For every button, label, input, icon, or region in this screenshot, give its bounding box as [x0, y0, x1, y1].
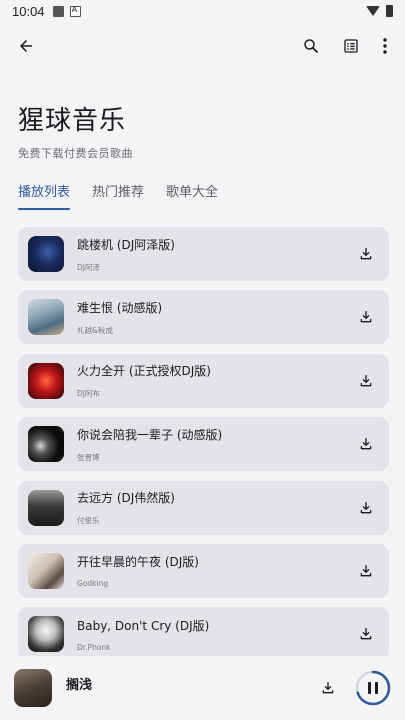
list-icon: [344, 39, 358, 53]
download-button[interactable]: [353, 241, 379, 267]
arrow-left-icon: [20, 40, 32, 52]
album-cover: [28, 362, 64, 399]
song-list: 跳楼机 (DJ阿泽版) DJ阿泽 难生恨 (动感版) 礼越&秋成 火力全开 (正…: [18, 227, 389, 671]
status-time: 10:04: [12, 3, 45, 19]
progress-ring: [355, 670, 391, 706]
download-icon: [360, 501, 372, 513]
song-title: 开往早晨的午夜 (DJ版): [77, 555, 199, 570]
album-cover: [28, 552, 64, 589]
download-button[interactable]: [353, 495, 379, 521]
list-item[interactable]: 开往早晨的午夜 (DJ版) Godking: [18, 543, 389, 598]
list-view-button[interactable]: [337, 32, 365, 60]
album-cover: [28, 616, 64, 653]
download-icon: [360, 311, 372, 323]
song-title: Baby, Don't Cry (DJ版): [77, 618, 210, 633]
download-icon: [360, 564, 372, 577]
song-artist: DJ阿泽: [77, 262, 100, 272]
tab-playlist-collection[interactable]: 歌单大全: [166, 181, 218, 210]
list-item[interactable]: 跳楼机 (DJ阿泽版) DJ阿泽: [18, 227, 389, 281]
list-item[interactable]: Baby, Don't Cry (DJ版) Dr.Phonk: [18, 607, 389, 662]
notification-a-icon: [69, 5, 81, 17]
list-item[interactable]: 难生恨 (动感版) 礼越&秋成: [18, 290, 389, 345]
album-cover: [28, 426, 64, 463]
download-icon: [360, 374, 372, 387]
download-icon: [360, 628, 372, 640]
search-icon: [304, 39, 318, 53]
tab-playlist[interactable]: 播放列表: [18, 181, 71, 210]
now-playing-title: 搁浅: [66, 677, 93, 693]
list-item[interactable]: 你说会陪我一辈子 (动感版) 张晋博: [18, 417, 389, 472]
song-artist: 付俊乐: [77, 516, 100, 526]
battery-icon: [386, 5, 393, 17]
toolbar: [0, 28, 405, 64]
pause-button[interactable]: [355, 670, 391, 706]
wifi-icon: [366, 6, 380, 16]
notification-square-icon: [52, 5, 64, 17]
song-artist: DJ阿布: [77, 389, 100, 399]
album-cover: [28, 489, 64, 526]
download-button[interactable]: [353, 368, 379, 394]
more-options-button[interactable]: [377, 32, 393, 60]
download-button[interactable]: [353, 621, 379, 647]
tab-bar: 播放列表 热门推荐 歌单大全: [18, 181, 218, 210]
album-cover: [28, 236, 64, 272]
list-item[interactable]: 火力全开 (正式授权DJ版) DJ阿布: [18, 353, 389, 408]
download-button[interactable]: [353, 304, 379, 330]
now-playing-cover: [14, 669, 52, 707]
song-artist: Godking: [77, 579, 109, 589]
list-item[interactable]: 去远方 (DJ伟然版) 付俊乐: [18, 480, 389, 535]
player-download-button[interactable]: [315, 675, 341, 701]
more-vertical-icon: [383, 38, 387, 54]
download-icon: [360, 248, 372, 260]
pause-icon: [368, 682, 371, 694]
page-title: 猩球音乐: [18, 106, 127, 136]
song-title: 你说会陪我一辈子 (动感版): [77, 427, 223, 442]
page-header: 猩球音乐 免费下载付费会员歌曲: [18, 100, 133, 161]
song-title: 跳楼机 (DJ阿泽版): [77, 237, 175, 252]
song-artist: 张晋博: [77, 452, 100, 462]
download-button[interactable]: [353, 558, 379, 584]
download-icon: [360, 438, 372, 450]
song-title: 难生恨 (动感版): [77, 300, 163, 315]
page-subtitle: 免费下载付费会员歌曲: [18, 147, 133, 160]
song-artist: 礼越&秋成: [77, 325, 113, 335]
tab-hot-recommend[interactable]: 热门推荐: [92, 181, 144, 210]
song-artist: Dr.Phonk: [77, 642, 111, 652]
download-button[interactable]: [353, 431, 379, 457]
back-button[interactable]: [12, 32, 40, 60]
search-button[interactable]: [297, 32, 325, 60]
mini-player[interactable]: 搁浅: [0, 656, 405, 720]
status-bar: 10:04: [0, 0, 405, 22]
song-title: 火力全开 (正式授权DJ版): [77, 364, 211, 379]
download-icon: [322, 682, 334, 694]
album-cover: [28, 299, 64, 336]
song-title: 去远方 (DJ伟然版): [77, 491, 175, 506]
